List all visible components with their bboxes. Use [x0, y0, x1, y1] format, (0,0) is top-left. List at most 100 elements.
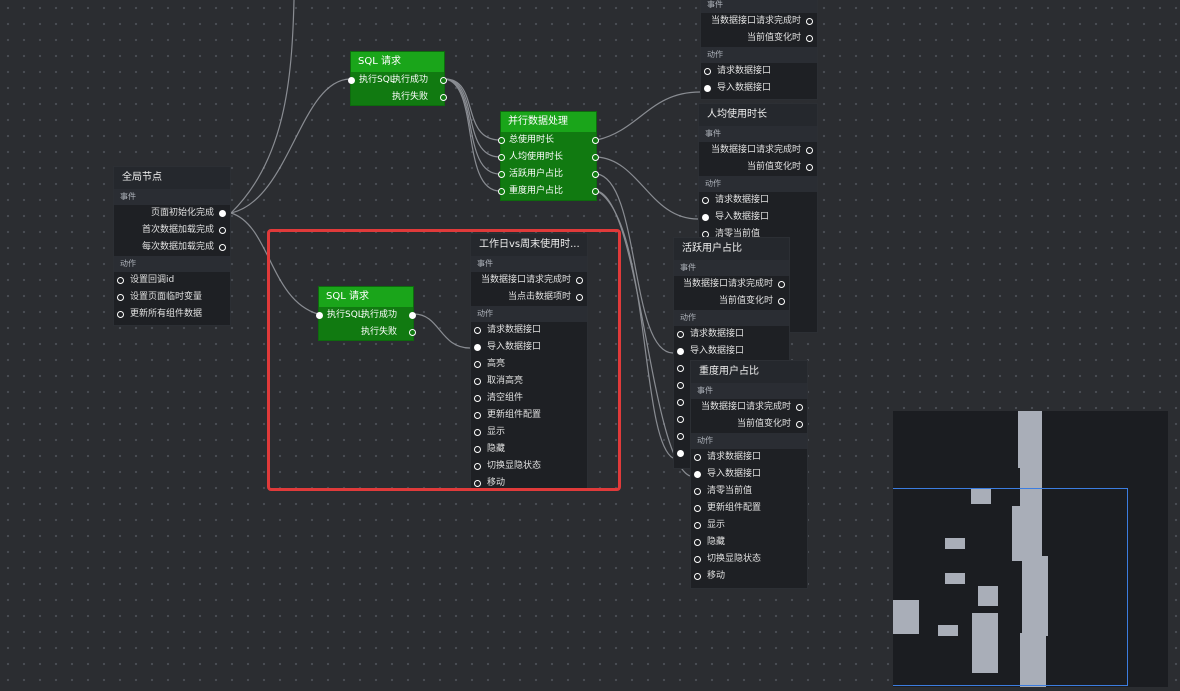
event-label: 当数据接口请求完成时	[682, 279, 773, 289]
action-port-row[interactable]: 更新所有组件数据	[114, 306, 230, 323]
action-port-row[interactable]: 请求数据接口	[699, 192, 817, 209]
input-port[interactable]	[694, 454, 701, 461]
input-port[interactable]	[677, 433, 684, 440]
action-label: 清零当前值	[707, 486, 753, 496]
output-port[interactable]	[806, 35, 813, 42]
output-port[interactable]	[796, 404, 803, 411]
output-port[interactable]	[592, 171, 599, 178]
action-port-row[interactable]: 导入数据接口	[674, 343, 789, 360]
action-port-row[interactable]: 设置页面临时变量	[114, 289, 230, 306]
event-label: 页面初始化完成	[150, 208, 214, 218]
minimap-viewport[interactable]	[893, 488, 1128, 686]
parallel-row-label: 活跃用户占比	[509, 169, 564, 179]
output-port[interactable]	[219, 227, 226, 234]
output-port[interactable]	[219, 244, 226, 251]
input-port[interactable]	[694, 539, 701, 546]
input-port[interactable]	[704, 85, 711, 92]
event-port-row[interactable]: 当前值变化时	[699, 159, 817, 176]
output-port[interactable]	[778, 298, 785, 305]
top-right-component-node[interactable]: 事件 当数据接口请求完成时 当前值变化时 动作 请求数据接口 导入数据接口	[700, 0, 818, 100]
input-port[interactable]	[677, 416, 684, 423]
action-port-row[interactable]: 切换显隐状态	[691, 551, 807, 568]
action-port-row[interactable]: 移动	[691, 568, 807, 585]
output-port[interactable]	[806, 18, 813, 25]
action-port-row[interactable]: 导入数据接口	[701, 80, 817, 97]
input-port[interactable]	[677, 382, 684, 389]
action-label: 请求数据接口	[690, 329, 745, 339]
event-port-row[interactable]: 当前值变化时	[701, 30, 817, 47]
action-port-row[interactable]: 设置回调id	[114, 272, 230, 289]
event-label: 当前值变化时	[746, 33, 801, 43]
event-port-row[interactable]: 页面初始化完成	[114, 205, 230, 222]
input-port[interactable]	[677, 365, 684, 372]
input-port[interactable]	[694, 556, 701, 563]
action-port-row[interactable]: 导入数据接口	[691, 466, 807, 483]
event-port-row[interactable]: 当数据接口请求完成时	[701, 13, 817, 30]
input-port[interactable]	[702, 214, 709, 221]
input-port[interactable]	[694, 522, 701, 529]
input-port[interactable]	[498, 137, 505, 144]
events-header: 事件	[674, 260, 789, 276]
output-port[interactable]	[219, 210, 226, 217]
input-port[interactable]	[694, 488, 701, 495]
input-port[interactable]	[498, 154, 505, 161]
output-port[interactable]	[806, 164, 813, 171]
output-port[interactable]	[796, 421, 803, 428]
output-port[interactable]	[778, 281, 785, 288]
input-port[interactable]	[117, 311, 124, 318]
output-port[interactable]	[592, 188, 599, 195]
selection-highlight-box	[267, 229, 621, 491]
event-port-row[interactable]: 当数据接口请求完成时	[691, 399, 807, 416]
input-port[interactable]	[704, 68, 711, 75]
sql-request-node-top[interactable]: SQL 请求 执行SQL 执行成功 执行失败	[348, 51, 447, 106]
event-port-row[interactable]: 当数据接口请求完成时	[699, 142, 817, 159]
heavy-user-ratio-node[interactable]: 重度用户占比 事件 当数据接口请求完成时 当前值变化时 动作 请求数据接口 导入…	[690, 360, 808, 589]
parallel-port-row[interactable]: 活跃用户占比	[498, 166, 599, 183]
output-port[interactable]	[440, 77, 447, 84]
input-port[interactable]	[694, 505, 701, 512]
action-port-row[interactable]: 显示	[691, 517, 807, 534]
output-port[interactable]	[592, 154, 599, 161]
action-port-row[interactable]: 更新组件配置	[691, 500, 807, 517]
input-port[interactable]	[117, 277, 124, 284]
input-port[interactable]	[498, 171, 505, 178]
action-port-row[interactable]: 请求数据接口	[701, 63, 817, 80]
input-port[interactable]	[677, 331, 684, 338]
input-port[interactable]	[702, 197, 709, 204]
sql-port-row[interactable]: 执行失败	[351, 89, 447, 106]
parallel-row-label: 人均使用时长	[509, 152, 564, 162]
event-label: 当数据接口请求完成时	[700, 402, 791, 412]
action-label: 设置回调id	[130, 275, 175, 285]
input-port[interactable]	[677, 399, 684, 406]
parallel-port-row[interactable]: 总使用时长	[498, 132, 599, 149]
event-port-row[interactable]: 当前值变化时	[691, 416, 807, 433]
parallel-port-row[interactable]: 重度用户占比	[498, 183, 599, 200]
action-label: 请求数据接口	[707, 452, 762, 462]
output-port[interactable]	[592, 137, 599, 144]
parallel-port-row[interactable]: 人均使用时长	[498, 149, 599, 166]
action-port-row[interactable]: 请求数据接口	[674, 326, 789, 343]
output-port[interactable]	[806, 147, 813, 154]
input-port[interactable]	[694, 471, 701, 478]
action-port-row[interactable]: 请求数据接口	[691, 449, 807, 466]
global-node[interactable]: 全局节点 事件 页面初始化完成 首次数据加载完成 每次数据加载完成 动作 设置回…	[113, 166, 231, 326]
input-port[interactable]	[677, 450, 684, 457]
wire	[596, 156, 699, 220]
input-port[interactable]	[694, 573, 701, 580]
actions-header: 动作	[701, 47, 817, 63]
action-port-row[interactable]: 隐藏	[691, 534, 807, 551]
action-port-row[interactable]: 导入数据接口	[699, 209, 817, 226]
input-port[interactable]	[677, 348, 684, 355]
event-port-row[interactable]: 每次数据加载完成	[114, 239, 230, 256]
event-port-row[interactable]: 当前值变化时	[674, 293, 789, 310]
action-port-row[interactable]: 清零当前值	[691, 483, 807, 500]
input-port[interactable]	[117, 294, 124, 301]
input-port[interactable]	[348, 77, 355, 84]
sql-port-row[interactable]: 执行SQL 执行成功	[348, 72, 447, 89]
event-port-row[interactable]: 当数据接口请求完成时	[674, 276, 789, 293]
minimap[interactable]	[893, 411, 1168, 687]
parallel-data-node[interactable]: 并行数据处理 总使用时长 人均使用时长 活跃用户占比 重度用户占比	[498, 111, 599, 201]
event-port-row[interactable]: 首次数据加载完成	[114, 222, 230, 239]
input-port[interactable]	[498, 188, 505, 195]
output-port[interactable]	[440, 94, 447, 101]
